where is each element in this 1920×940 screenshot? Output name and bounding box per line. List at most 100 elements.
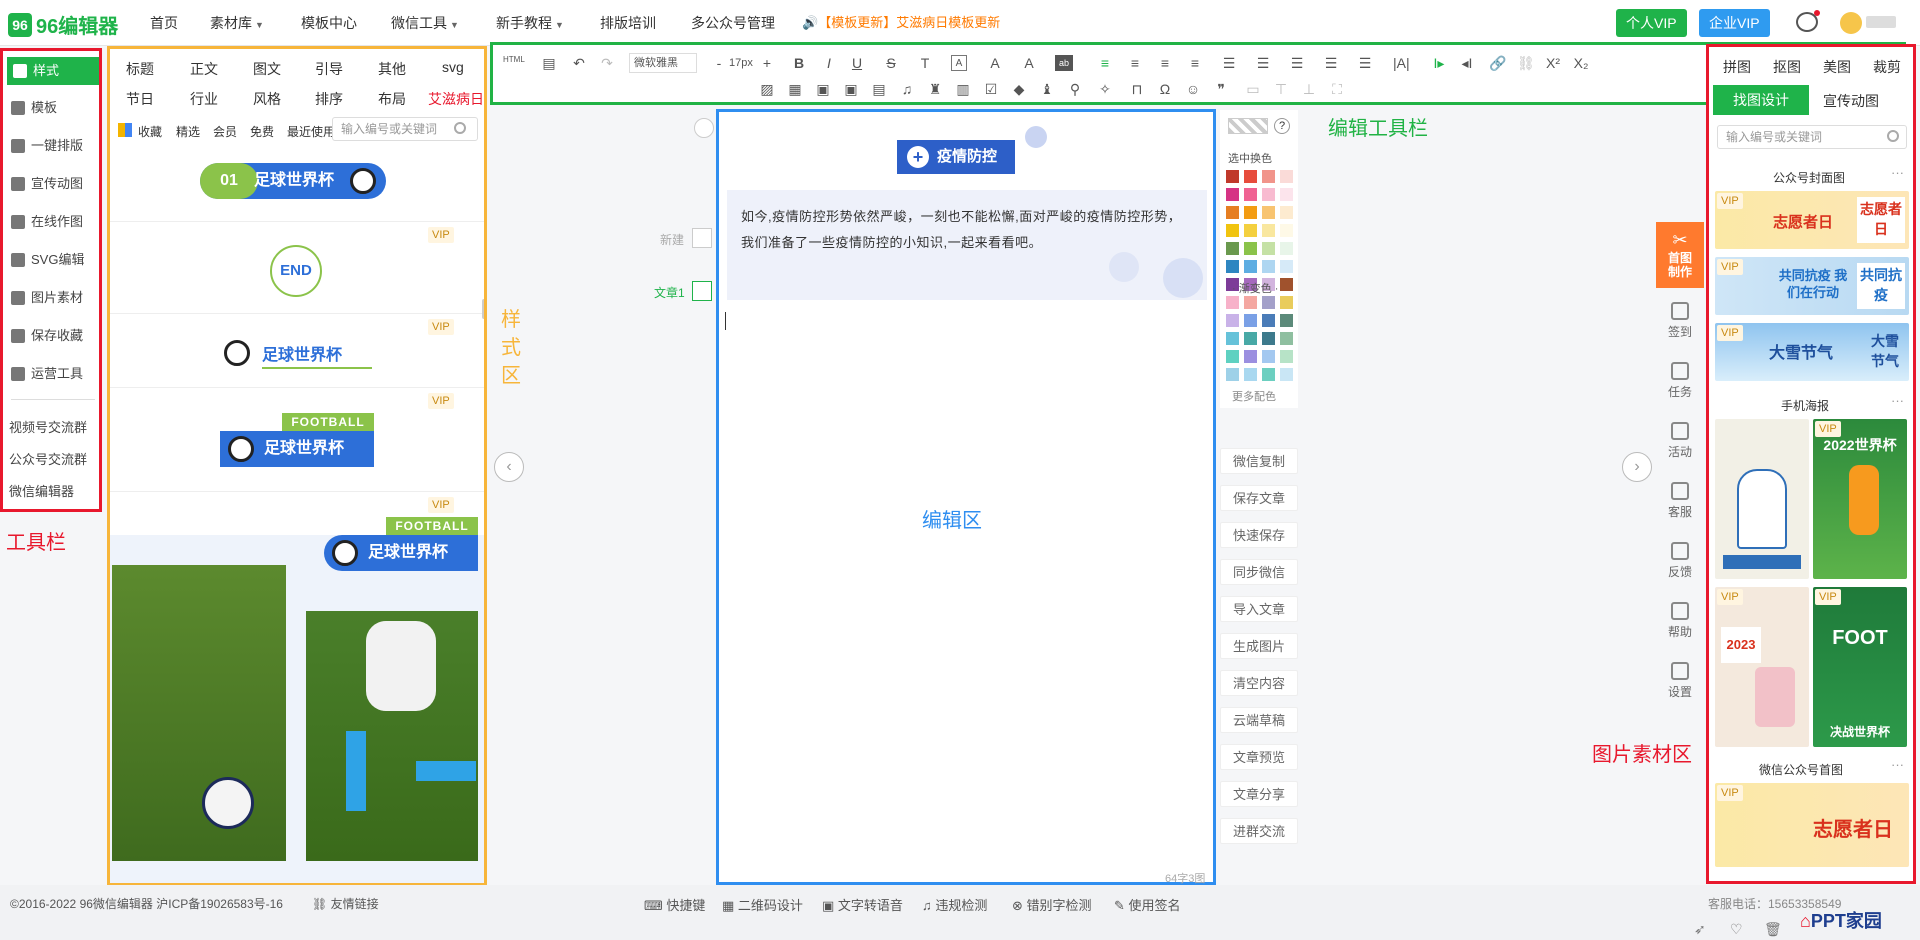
header-thumb-volunteer[interactable]: VIP 志愿者日: [1715, 783, 1909, 867]
tab-heading[interactable]: 标题: [126, 59, 154, 79]
color-swatch[interactable]: [1280, 278, 1293, 291]
gradient-swatch[interactable]: [1226, 332, 1239, 345]
style-sample-image[interactable]: 足球世界杯: [110, 535, 484, 883]
gradient-swatch[interactable]: [1280, 368, 1293, 381]
gradient-swatch[interactable]: [1244, 296, 1257, 309]
action-button[interactable]: 快速保存: [1220, 522, 1298, 548]
style-sample-title-football[interactable]: 足球世界杯: [220, 431, 374, 467]
subtab-featured[interactable]: 精选: [176, 123, 200, 140]
action-button[interactable]: 保存文章: [1220, 485, 1298, 511]
collapse-right-button[interactable]: ›: [1622, 452, 1652, 482]
text-box-icon[interactable]: A: [951, 55, 967, 71]
selected-swap-label[interactable]: 选中换色: [1228, 150, 1272, 166]
side-icon-button[interactable]: 设置: [1656, 662, 1704, 700]
color-swatch[interactable]: [1262, 206, 1275, 219]
color-swatch[interactable]: [1226, 188, 1239, 201]
settings-icon[interactable]: [694, 118, 714, 138]
list-icon[interactable]: ☰: [1357, 55, 1373, 71]
nav-training[interactable]: 排版培训: [600, 0, 656, 46]
nav-templates[interactable]: 模板中心: [301, 0, 357, 46]
gradient-swatch[interactable]: [1262, 296, 1275, 309]
move-up-icon[interactable]: ⊤: [1273, 81, 1289, 97]
scrollbar-thumb[interactable]: [482, 299, 484, 319]
block-icon[interactable]: ⊓: [1129, 81, 1145, 97]
line-height-icon[interactable]: ☰: [1255, 55, 1271, 71]
tab-festival[interactable]: 节日: [126, 89, 154, 109]
subscript-icon[interactable]: X₂: [1573, 55, 1589, 71]
tab-beautify[interactable]: 美图: [1823, 57, 1851, 77]
special-char-icon[interactable]: Ω: [1157, 81, 1173, 97]
strikethrough-icon[interactable]: S: [883, 55, 899, 71]
color-swatch[interactable]: [1244, 224, 1257, 237]
italic-icon[interactable]: I: [821, 55, 837, 71]
tab-crop[interactable]: 裁剪: [1873, 57, 1901, 77]
footer-shortcuts[interactable]: ⌨ 快捷键: [644, 895, 705, 914]
subtab-recent[interactable]: 最近使用: [287, 123, 335, 140]
gradient-swatch[interactable]: [1280, 350, 1293, 363]
table-icon[interactable]: ▦: [787, 81, 803, 97]
color-swatch[interactable]: [1280, 206, 1293, 219]
footer-violation-check[interactable]: ♫ 违规检测: [922, 895, 987, 914]
video-icon[interactable]: ▤: [871, 81, 887, 97]
subtab-free[interactable]: 免费: [250, 123, 274, 140]
gradient-swatch[interactable]: [1262, 314, 1275, 327]
clear-format-icon[interactable]: ▤: [541, 55, 557, 71]
tab-promo-gif[interactable]: 宣传动图: [1823, 91, 1879, 111]
insert-image-icon[interactable]: ▣: [815, 81, 831, 97]
group-official[interactable]: 公众号交流群: [9, 449, 87, 468]
help-icon[interactable]: ?: [1274, 118, 1290, 134]
action-button[interactable]: 生成图片: [1220, 633, 1298, 659]
indent-icon[interactable]: ☰: [1221, 55, 1237, 71]
more-colors-link[interactable]: 更多配色: [1232, 388, 1276, 404]
action-button[interactable]: 导入文章: [1220, 596, 1298, 622]
find-replace-icon[interactable]: ⚲: [1067, 81, 1083, 97]
more-icon[interactable]: ···: [1891, 165, 1904, 180]
nav-tutorial[interactable]: 新手教程 ▼: [496, 0, 564, 46]
avatar[interactable]: [1840, 12, 1862, 34]
side-icon-button[interactable]: 任务: [1656, 362, 1704, 400]
cover-design-button[interactable]: ✂ 首图制作: [1656, 222, 1704, 288]
color-swatch[interactable]: [1280, 188, 1293, 201]
tab-industry[interactable]: 行业: [190, 89, 218, 109]
action-button[interactable]: 云端草稿: [1220, 707, 1298, 733]
align-center-icon[interactable]: ≡: [1127, 55, 1143, 71]
color-swatch[interactable]: [1262, 224, 1275, 237]
editor-area[interactable]: + 疫情防控 如今,疫情防控形势依然严峻，一刻也不能松懈,面对严峻的疫情防控形势，…: [716, 109, 1216, 885]
footer-signature[interactable]: ✎ 使用签名: [1114, 895, 1181, 914]
poster-thumb-foot[interactable]: VIP FOOT 决战世界杯: [1813, 587, 1907, 747]
tab-image-text[interactable]: 图文: [253, 59, 281, 79]
align-right-icon[interactable]: ≡: [1157, 55, 1173, 71]
action-button[interactable]: 进群交流: [1220, 818, 1298, 844]
image-gallery-icon[interactable]: ▣: [843, 81, 859, 97]
nav-wechat-tools[interactable]: 微信工具 ▼: [391, 0, 459, 46]
heart-icon[interactable]: ♡: [1730, 921, 1743, 938]
color-swatch[interactable]: [1280, 224, 1293, 237]
article-1-label[interactable]: 文章1: [654, 284, 685, 301]
underline-icon[interactable]: U: [849, 55, 865, 71]
superscript-icon[interactable]: X²: [1545, 55, 1561, 71]
tool-auto-layout[interactable]: 一键排版: [11, 134, 97, 158]
fullscreen-icon[interactable]: ⛶: [1329, 81, 1345, 97]
indent-right-icon[interactable]: I▸: [1431, 55, 1447, 71]
tab-cutout[interactable]: 抠图: [1773, 57, 1801, 77]
color-swatch[interactable]: [1280, 170, 1293, 183]
personal-vip-button[interactable]: 个人VIP: [1616, 9, 1687, 37]
new-article-icon[interactable]: [692, 228, 712, 248]
side-icon-button[interactable]: 帮助: [1656, 602, 1704, 640]
side-icon-button[interactable]: 活动: [1656, 422, 1704, 460]
color-swatch[interactable]: [1226, 260, 1239, 273]
poster-thumb-2023[interactable]: VIP 2023: [1715, 587, 1809, 747]
color-swatch[interactable]: [1262, 242, 1275, 255]
action-button[interactable]: 文章分享: [1220, 781, 1298, 807]
new-article-label[interactable]: 新建: [660, 231, 684, 248]
collapse-left-button[interactable]: ‹: [494, 452, 524, 482]
gradient-swatch[interactable]: [1226, 368, 1239, 381]
redo-icon[interactable]: ↷: [599, 55, 615, 71]
enterprise-vip-button[interactable]: 企业VIP: [1699, 9, 1770, 37]
gradient-swatch[interactable]: [1280, 296, 1293, 309]
tab-body[interactable]: 正文: [190, 59, 218, 79]
color-swatch[interactable]: [1244, 242, 1257, 255]
poster-thumb-covid[interactable]: [1715, 419, 1809, 579]
align-left-icon[interactable]: ≡: [1097, 55, 1113, 71]
gradient-swatch[interactable]: [1280, 332, 1293, 345]
